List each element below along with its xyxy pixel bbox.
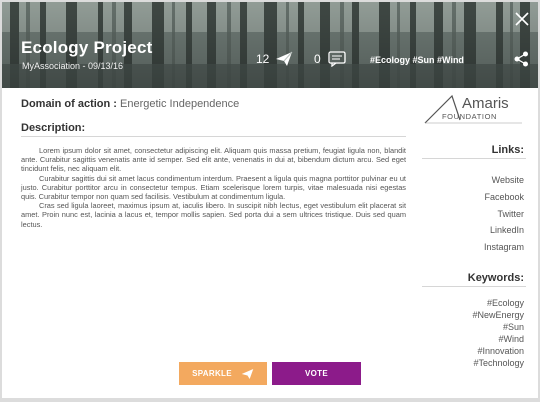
domain-label: Domain of action : [21, 98, 117, 110]
twitter-link[interactable]: Twitter [497, 209, 524, 219]
share-icon[interactable] [514, 51, 529, 67]
facebook-link[interactable]: Facebook [484, 192, 524, 202]
logo-name: Amaris [462, 95, 509, 112]
linkedin-link[interactable]: LinkedIn [490, 225, 524, 235]
domain-value: Energetic Independence [120, 98, 240, 110]
keyword-item: #Innovation [477, 346, 524, 356]
project-title: Ecology Project [21, 38, 153, 57]
description-text: Lorem ipsum dolor sit amet, consectetur … [21, 146, 406, 229]
project-subtitle: MyAssociation - 09/13/16 [22, 61, 124, 71]
comment-count: 0 [314, 52, 321, 66]
keyword-item: #Sun [502, 322, 524, 332]
sparkle-count: 12 [256, 52, 270, 66]
vote-button-label: VOTE [305, 369, 328, 378]
logo-subtitle: FOUNDATION [442, 112, 497, 121]
close-icon[interactable] [514, 11, 530, 27]
header-banner: Ecology Project MyAssociation - 09/13/16… [2, 2, 538, 88]
description-paragraph: Curabitur sagittis dui sit amet lacus co… [21, 173, 406, 202]
keywords-divider [422, 286, 526, 287]
sparkle-button[interactable]: SPARKLE [179, 362, 267, 385]
comment-icon[interactable] [328, 51, 346, 72]
instagram-link[interactable]: Instagram [484, 242, 524, 252]
foundation-logo: Amaris FOUNDATION [422, 90, 532, 126]
paper-plane-icon [241, 368, 254, 379]
keyword-item: #Ecology [486, 298, 524, 308]
paper-plane-icon[interactable] [275, 51, 293, 72]
links-heading: Links: [491, 144, 524, 156]
keyword-item: #NewEnergy [472, 310, 524, 320]
description-paragraph: Cras sed ligula laoreet, maximus ipsum a… [21, 201, 406, 229]
domain-of-action: Domain of action : Energetic Independenc… [21, 98, 239, 110]
description-label: Description: [21, 122, 86, 134]
keywords-heading: Keywords: [467, 272, 524, 284]
description-divider [21, 136, 406, 137]
header-hashtags: #Ecology #Sun #Wind [370, 55, 464, 65]
keyword-item: #Wind [498, 334, 524, 344]
links-divider [422, 158, 526, 159]
website-link[interactable]: Website [492, 175, 524, 185]
project-card: Ecology Project MyAssociation - 09/13/16… [2, 2, 538, 398]
sparkle-button-label: SPARKLE [192, 369, 232, 378]
vote-button[interactable]: VOTE [272, 362, 361, 385]
description-paragraph: Lorem ipsum dolor sit amet, consectetur … [21, 146, 406, 174]
keyword-item: #Technology [473, 358, 524, 368]
